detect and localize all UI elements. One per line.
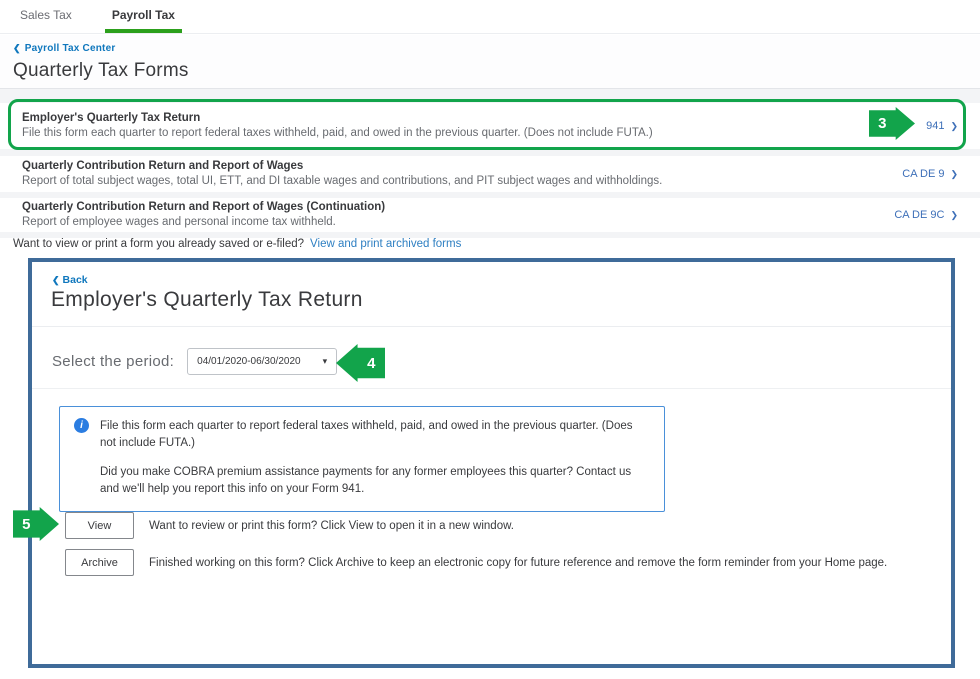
info-paragraph-2: Did you make COBRA premium assistance pa…	[100, 464, 646, 499]
period-row: Select the period: 04/01/2020-06/30/2020…	[52, 348, 337, 375]
tab-sales-tax[interactable]: Sales Tax	[13, 0, 79, 33]
form-row-text: Employer's Quarterly Tax Return File thi…	[22, 111, 653, 141]
panel-divider	[32, 326, 951, 327]
form-link-label: 941	[926, 120, 944, 132]
chevron-left-icon: ❮	[13, 43, 21, 53]
form-row-text: Quarterly Contribution Return and Report…	[22, 200, 385, 230]
form-row-title: Employer's Quarterly Tax Return	[22, 111, 653, 126]
period-value: 04/01/2020-06/30/2020	[197, 356, 300, 367]
archive-action-row: Archive Finished working on this form? C…	[65, 549, 935, 576]
caret-down-icon: ▾	[323, 356, 328, 367]
form-row-description: Report of employee wages and personal in…	[22, 215, 385, 230]
info-paragraph-1: File this form each quarter to report fe…	[100, 418, 646, 453]
page-header: ❮ Payroll Tax Center Quarterly Tax Forms	[0, 35, 980, 88]
archived-forms-link[interactable]: View and print archived forms	[310, 238, 461, 250]
breadcrumb[interactable]: ❮ Payroll Tax Center	[13, 43, 980, 54]
chevron-right-icon: ❯	[950, 210, 958, 221]
archive-description: Finished working on this form? Click Arc…	[149, 557, 887, 569]
back-label: Back	[63, 274, 88, 286]
form-link-label: CA DE 9C	[894, 209, 944, 221]
view-button[interactable]: View	[65, 512, 134, 539]
archive-button[interactable]: Archive	[65, 549, 134, 576]
archived-forms-question: Want to view or print a form you already…	[13, 238, 304, 250]
panel-divider	[32, 388, 951, 389]
form-row-ca-de-9[interactable]: Quarterly Contribution Return and Report…	[0, 156, 980, 192]
panel-title: Employer's Quarterly Tax Return	[51, 288, 363, 312]
row-gap	[0, 149, 980, 156]
chevron-left-icon: ❮	[52, 275, 60, 285]
form-link-ca-de-9[interactable]: CA DE 9 ❯	[902, 168, 958, 180]
form-row-941[interactable]: Employer's Quarterly Tax Return File thi…	[0, 103, 980, 149]
form-row-title: Quarterly Contribution Return and Report…	[22, 159, 662, 174]
tab-bar: Sales Tax Payroll Tax	[0, 0, 980, 34]
period-label: Select the period:	[52, 353, 174, 370]
tab-payroll-tax[interactable]: Payroll Tax	[105, 0, 182, 33]
breadcrumb-label: Payroll Tax Center	[25, 43, 116, 54]
archived-forms-line: Want to view or print a form you already…	[13, 238, 461, 250]
back-link[interactable]: ❮Back	[52, 274, 88, 286]
form-detail-panel: ❮Back Employer's Quarterly Tax Return Se…	[28, 258, 955, 668]
form-link-label: CA DE 9	[902, 168, 944, 180]
payroll-tax-page: Sales Tax Payroll Tax ❮ Payroll Tax Cente…	[0, 0, 980, 679]
form-row-description: Report of total subject wages, total UI,…	[22, 174, 662, 189]
view-description: Want to review or print this form? Click…	[149, 520, 514, 532]
form-row-title: Quarterly Contribution Return and Report…	[22, 200, 385, 215]
page-title: Quarterly Tax Forms	[13, 60, 980, 82]
form-link-941[interactable]: 941 ❯	[926, 120, 958, 132]
chevron-right-icon: ❯	[950, 121, 958, 132]
view-action-row: View Want to review or print this form? …	[65, 512, 935, 539]
period-dropdown[interactable]: 04/01/2020-06/30/2020 ▾	[187, 348, 337, 375]
form-row-text: Quarterly Contribution Return and Report…	[22, 159, 662, 189]
form-row-ca-de-9c[interactable]: Quarterly Contribution Return and Report…	[0, 198, 980, 232]
chevron-right-icon: ❯	[950, 169, 958, 180]
form-link-ca-de-9c[interactable]: CA DE 9C ❯	[894, 209, 958, 221]
info-icon: i	[74, 418, 89, 433]
form-row-description: File this form each quarter to report fe…	[22, 126, 653, 141]
header-divider	[0, 88, 980, 103]
info-box: i File this form each quarter to report …	[59, 406, 665, 512]
